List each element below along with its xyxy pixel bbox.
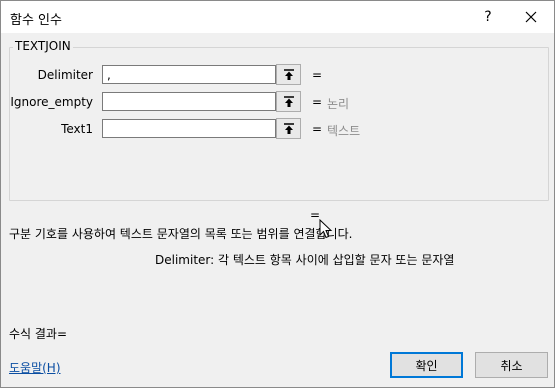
delimiter-label: Delimiter bbox=[37, 68, 93, 82]
text1-label: Text1 bbox=[61, 122, 93, 136]
delimiter-collapse-button[interactable] bbox=[276, 64, 301, 85]
ok-button[interactable]: 확인 bbox=[390, 352, 463, 378]
close-button[interactable] bbox=[511, 1, 551, 33]
dialog-title: 함수 인수 bbox=[10, 13, 62, 28]
title-bar: 함수 인수 ? bbox=[1, 1, 554, 33]
text1-result: 텍스트 bbox=[327, 124, 361, 138]
formula-result: 수식 결과= bbox=[9, 327, 68, 341]
close-icon bbox=[525, 11, 537, 23]
help-link[interactable]: 도움말(H) bbox=[9, 359, 61, 376]
mouse-pointer-icon bbox=[319, 219, 333, 239]
collapse-dialog-icon bbox=[283, 122, 294, 134]
help-button[interactable]: ? bbox=[471, 1, 505, 33]
collapse-dialog-icon bbox=[283, 95, 294, 107]
ignore-empty-equals: = bbox=[312, 95, 323, 109]
delimiter-input[interactable]: , bbox=[102, 65, 276, 84]
text1-equals: = bbox=[312, 122, 323, 136]
ignore-empty-label: Ignore_empty bbox=[10, 95, 93, 109]
ignore-empty-collapse-button[interactable] bbox=[276, 91, 301, 112]
function-name: TEXTJOIN bbox=[13, 39, 73, 53]
cancel-button[interactable]: 취소 bbox=[475, 352, 548, 378]
ignore-empty-result: 논리 bbox=[327, 97, 350, 111]
function-arguments-dialog: 함수 인수 ? TEXTJOIN Delimiter , = Ignore_em… bbox=[0, 0, 555, 388]
text1-collapse-button[interactable] bbox=[276, 118, 301, 139]
collapse-dialog-icon bbox=[283, 68, 294, 80]
text1-input[interactable] bbox=[102, 119, 276, 138]
function-description: 구분 기호를 사용하여 텍스트 문자열의 목록 또는 범위를 연결합니다. bbox=[9, 227, 353, 241]
argument-description: Delimiter: 각 텍스트 항목 사이에 삽입할 문자 또는 문자열 bbox=[155, 253, 455, 267]
ignore-empty-input[interactable] bbox=[102, 92, 276, 111]
delimiter-equals: = bbox=[312, 68, 323, 82]
